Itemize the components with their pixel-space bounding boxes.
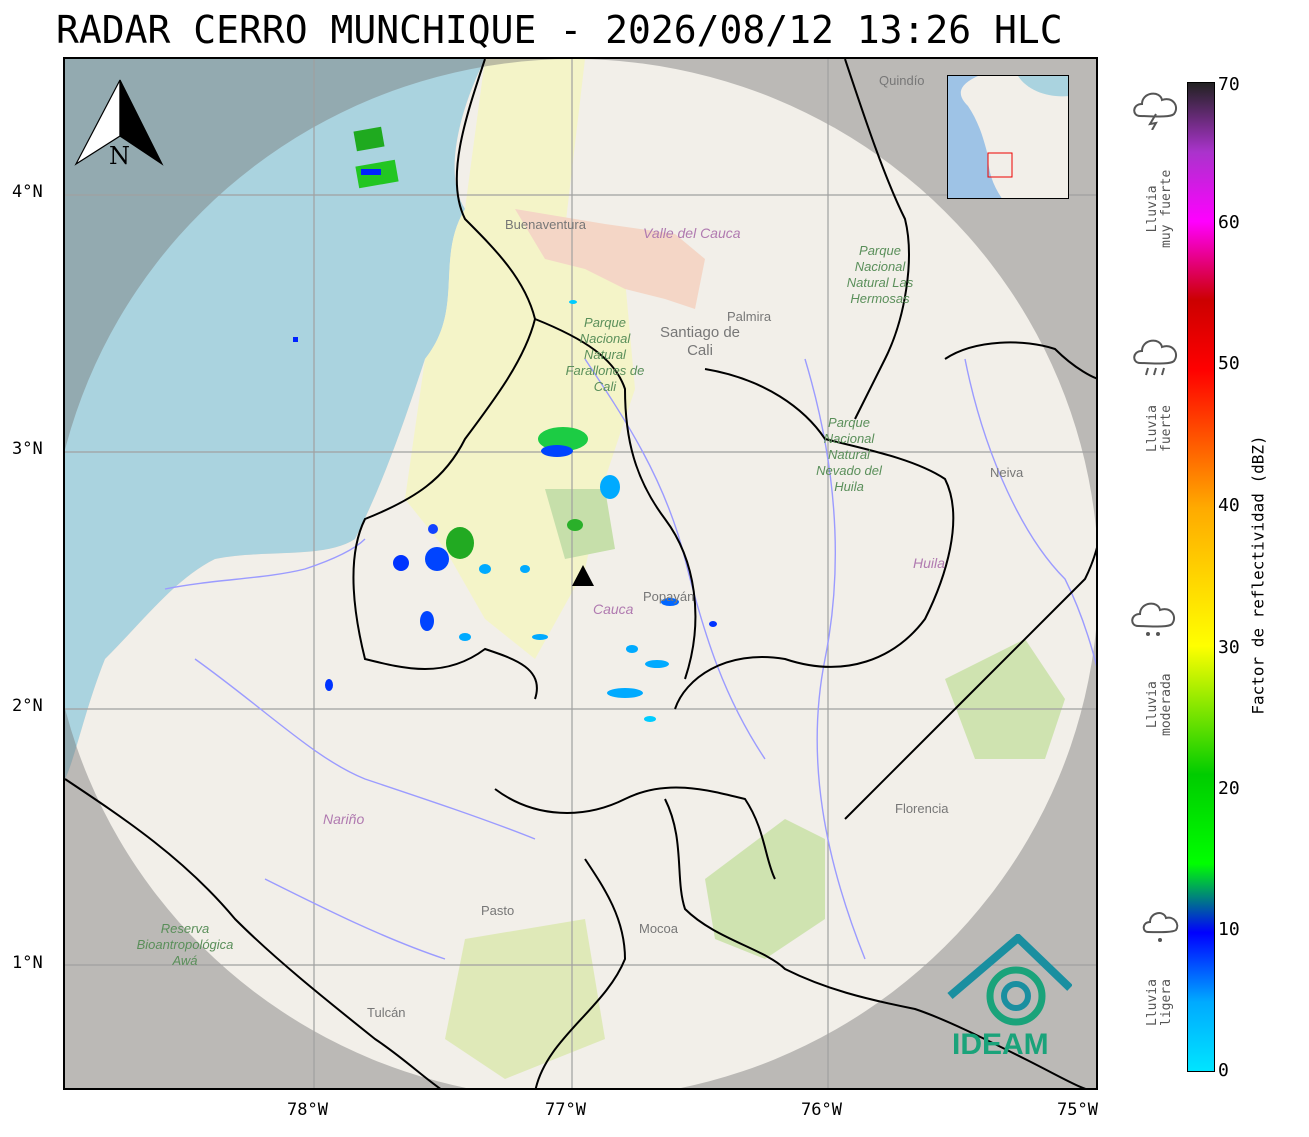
inset-canvas	[960, 76, 1068, 198]
inset-map[interactable]	[947, 75, 1069, 199]
colorbar-tick: 50	[1218, 353, 1240, 374]
light-rain-cloud-icon	[1140, 908, 1182, 952]
colorbar-tick: 60	[1218, 212, 1240, 233]
north-label: N	[109, 142, 130, 170]
lon-label: 77°W	[545, 1100, 586, 1120]
rain-cloud-icon	[1128, 598, 1180, 648]
reflectivity-colorbar	[1187, 82, 1215, 1072]
place-label: Popayán	[643, 589, 695, 604]
lon-label: 78°W	[287, 1100, 328, 1120]
radar-map[interactable]: Buenaventura Valle del Cauca Palmira San…	[63, 57, 1098, 1090]
lat-label: 3°N	[12, 439, 43, 459]
colorbar-tick: 10	[1218, 919, 1240, 940]
lat-label: 4°N	[12, 182, 43, 202]
storm-cloud-icon	[1130, 86, 1182, 134]
lon-label: 75°W	[1057, 1100, 1098, 1120]
place-label: Quindío	[879, 73, 925, 88]
place-label: Florencia	[895, 801, 949, 816]
colorbar-tick: 30	[1218, 637, 1240, 658]
place-label: Buenaventura	[505, 217, 586, 232]
place-label: Pasto	[481, 903, 515, 918]
colorbar-tick: 70	[1218, 74, 1240, 95]
colorbar-tick: 20	[1218, 778, 1240, 799]
department-label: Cauca	[593, 601, 634, 617]
category-label: Lluvia moderada	[1145, 673, 1174, 736]
department-label: Valle del Cauca	[643, 225, 741, 241]
category-label: Lluvia muy fuerte	[1145, 169, 1174, 248]
ideam-logo-text: IDEAM	[952, 1028, 1049, 1061]
park-label: Parque Nacional Natural Nevado del Huila	[816, 415, 882, 494]
place-label: Neiva	[990, 465, 1024, 480]
park-label: Reserva Bioantropológica Awá	[136, 921, 234, 968]
lat-label: 2°N	[12, 696, 43, 716]
department-label: Nariño	[323, 811, 365, 827]
heavy-rain-cloud-icon	[1130, 335, 1182, 385]
lat-label: 1°N	[12, 953, 43, 973]
park-label: Parque Nacional Natural Las Hermosas	[846, 243, 914, 306]
colorbar-label: Factor de reflectividad (dBZ)	[1248, 435, 1268, 715]
colorbar-tick: 40	[1218, 495, 1240, 516]
colorbar-tick: 0	[1218, 1060, 1229, 1081]
place-label: Palmira	[727, 309, 772, 324]
category-label: Lluvia ligera	[1145, 979, 1174, 1026]
place-label: Santiago de Cali	[659, 324, 741, 359]
map-title: RADAR CERRO MUNCHIQUE - 2026/08/12 13:26…	[56, 8, 1063, 52]
lon-label: 76°W	[801, 1100, 842, 1120]
ideam-logo-icon	[946, 932, 1073, 1034]
category-label: Lluvia fuerte	[1145, 405, 1174, 452]
place-label: Mocoa	[639, 921, 679, 936]
place-label: Tulcán	[367, 1005, 406, 1020]
park-label: Parque Nacional Natural Farallones de Ca…	[565, 315, 645, 394]
department-label: Huila	[913, 555, 945, 571]
